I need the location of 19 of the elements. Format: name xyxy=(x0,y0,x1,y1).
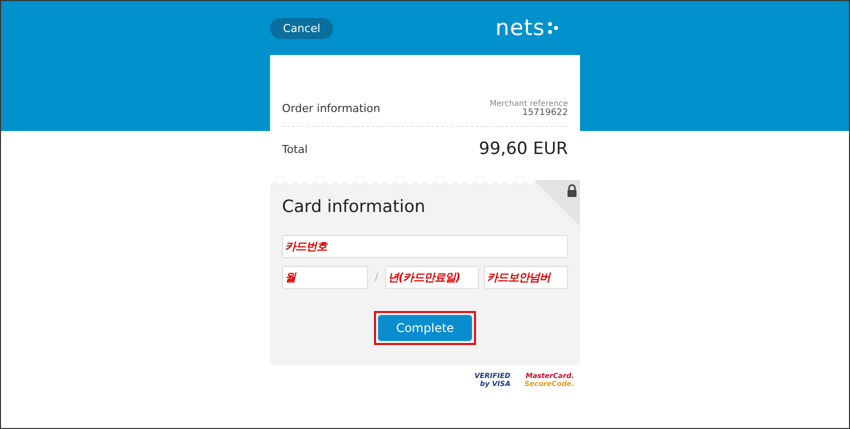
merchant-reference: 15719622 xyxy=(522,108,568,118)
total-label: Total xyxy=(282,142,308,156)
annotation-label: 년(카드만료일) xyxy=(388,270,460,285)
input-field[interactable]: 년(카드만료일) xyxy=(385,266,479,289)
input-field[interactable]: 카드번호 xyxy=(282,235,568,258)
input-field[interactable]: 카드보안넘버 xyxy=(484,266,568,289)
annotation-label: 카드번호 xyxy=(285,239,327,254)
merchant-label: Merchant reference xyxy=(490,99,568,108)
input-field[interactable]: 월 xyxy=(282,266,368,289)
order-label: Order information xyxy=(282,102,380,115)
annotation-label: 월 xyxy=(285,270,296,285)
slash-separator: / xyxy=(374,272,380,283)
total-amount: 99,60 EUR xyxy=(478,139,568,159)
logo-text: nets xyxy=(495,16,545,40)
dots-icon xyxy=(548,21,558,35)
card-title: Card information xyxy=(282,197,426,217)
cancel-button[interactable]: Cancel xyxy=(270,18,334,38)
annotation-label: 카드보안넘버 xyxy=(487,270,550,285)
complete-button[interactable]: Complete xyxy=(378,315,472,341)
